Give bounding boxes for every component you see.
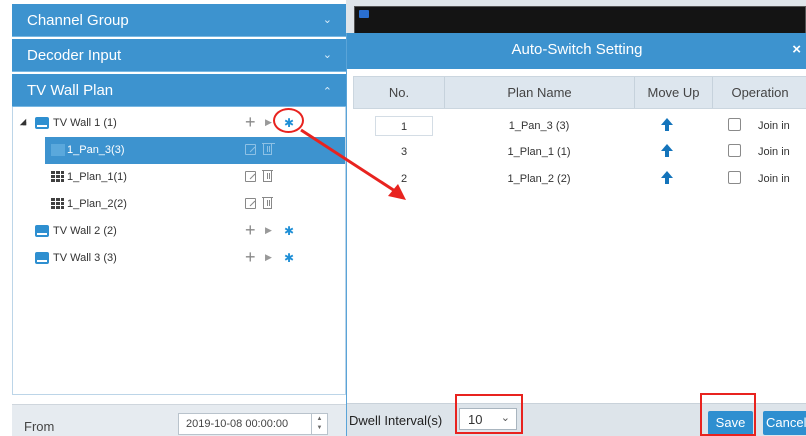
dialog-title-bar: Auto-Switch Setting × [347,33,806,69]
from-datetime-input[interactable]: 2019-10-08 00:00:00 ▲ ▼ [178,413,328,435]
auto-switch-dialog: Auto-Switch Setting × No. Plan Name Move… [346,33,806,436]
edit-icon[interactable] [245,171,256,182]
table-header: No. Plan Name Move Up Operation [353,76,806,109]
tree-item-label: TV Wall 1 (1) [53,117,117,129]
tree-item-tv-wall-2[interactable]: TV Wall 2 (2) + ▶ ✱ [13,218,345,245]
column-header-operation: Operation [731,85,789,100]
column-header-no: No. [354,77,445,108]
close-icon[interactable]: × [792,33,801,66]
tree-item-plan-1-pan-3[interactable]: 1_Pan_3(3) [45,137,345,164]
chevron-down-icon: ⌄ [322,14,332,26]
column-header-plan-name: Plan Name [445,77,635,108]
tree-item-label: 1_Plan_2(2) [67,198,127,210]
accordion-label: TV Wall Plan [27,82,114,99]
accordion-tv-wall-plan[interactable]: TV Wall Plan ⌃ [12,74,346,107]
row-number-input[interactable]: 2 [375,169,433,189]
dialog-title: Auto-Switch Setting [511,41,643,58]
tv-wall-icon [35,252,49,264]
plus-icon[interactable]: + [245,112,256,133]
trash-icon[interactable] [262,143,273,155]
from-label: From [24,419,55,434]
annotation-box-save [700,393,756,436]
edit-icon[interactable] [245,144,256,155]
play-icon[interactable]: ▶ [265,252,272,263]
row-plan-name: 1_Plan_1 (1) [507,146,571,158]
join-in-checkbox[interactable] [728,118,741,131]
accordion-decoder-input[interactable]: Decoder Input ⌄ [12,39,346,72]
grid-plan-icon [51,198,64,209]
tree-item-label: 1_Pan_3(3) [67,144,125,156]
table-row: 2 1_Plan_2 (2) Join in [353,166,806,192]
dwell-interval-label: Dwell Interval(s) [349,413,443,428]
trash-icon[interactable] [262,170,273,182]
tv-wall-icon [35,225,49,237]
datetime-spinner[interactable]: ▲ ▼ [311,414,327,434]
join-in-checkbox[interactable] [728,144,741,157]
annotation-box-dwell [455,394,523,434]
arrow-up-icon[interactable] [661,118,675,132]
chevron-down-icon: ⌄ [322,49,332,61]
left-panel: Channel Group ⌄ Decoder Input ⌄ TV Wall … [0,0,346,436]
accordion-channel-group[interactable]: Channel Group ⌄ [12,4,346,37]
row-number-input[interactable]: 3 [375,142,433,162]
expand-triangle-icon[interactable] [19,118,27,126]
from-datetime-value: 2019-10-08 00:00:00 [186,418,289,430]
tree-item-tv-wall-3[interactable]: TV Wall 3 (3) + ▶ ✱ [13,245,345,272]
table-row: 1 1_Pan_3 (3) Join in [353,113,806,139]
arrow-up-icon[interactable] [661,171,675,185]
join-in-label: Join in [758,173,790,185]
trash-icon[interactable] [262,197,273,209]
chevron-up-icon: ⌃ [322,86,332,98]
accordion-label: Channel Group [27,12,129,29]
accordion-label: Decoder Input [27,47,122,64]
edit-icon[interactable] [245,198,256,209]
tv-wall-tree: TV Wall 1 (1) + ▶ ✱ 1_Pan_3(3) 1_Plan_1(… [12,107,346,395]
tree-item-plan-1-plan-1[interactable]: 1_Plan_1(1) [13,164,345,191]
row-plan-name: 1_Pan_3 (3) [508,120,570,132]
grid-plan-icon [51,171,64,182]
plus-icon[interactable]: + [245,220,256,241]
table-row: 3 1_Plan_1 (1) Join in [353,139,806,165]
tree-item-label: TV Wall 3 (3) [53,252,117,264]
tv-wall-icon [35,117,49,129]
column-header-move-up: Move Up [635,77,713,108]
cancel-button[interactable]: Cancel [763,411,806,435]
grid-plan-icon [51,144,65,156]
join-in-checkbox[interactable] [728,171,741,184]
play-icon[interactable]: ▶ [265,225,272,236]
arrow-up-icon[interactable] [661,144,675,158]
tree-item-plan-1-plan-2[interactable]: 1_Plan_2(2) [13,191,345,218]
gear-icon[interactable]: ✱ [284,251,294,265]
camera-icon [359,10,369,18]
annotation-circle [273,108,304,133]
tree-item-label: TV Wall 2 (2) [53,225,117,237]
join-in-label: Join in [758,120,790,132]
from-bar: From 2019-10-08 00:00:00 ▲ ▼ [12,404,346,436]
row-number-input[interactable]: 1 [375,116,433,136]
row-plan-name: 1_Plan_2 (2) [507,173,571,185]
plus-icon[interactable]: + [245,247,256,268]
tree-item-label: 1_Plan_1(1) [67,171,127,183]
gear-icon[interactable]: ✱ [284,224,294,238]
join-in-label: Join in [758,146,790,158]
video-preview-strip [354,6,806,34]
play-icon[interactable]: ▶ [265,117,272,128]
